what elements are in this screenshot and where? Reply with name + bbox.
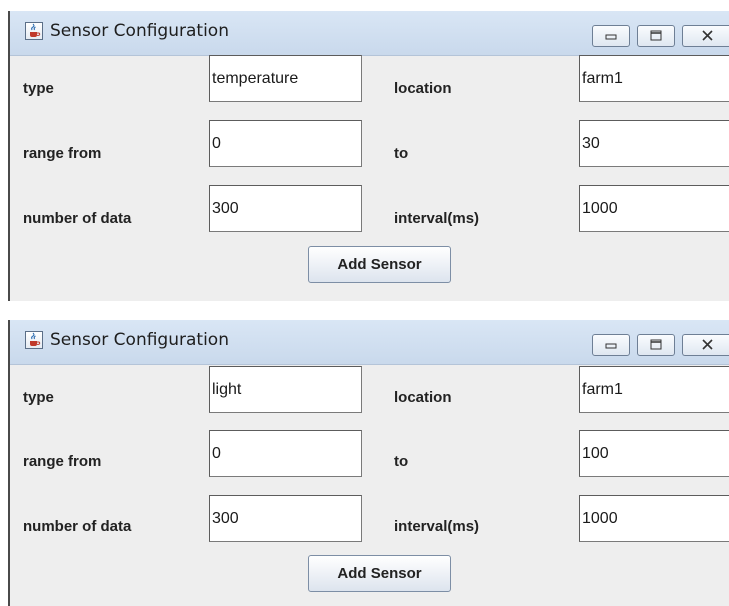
to-field[interactable] xyxy=(579,120,729,167)
number-of-data-label: number of data xyxy=(23,210,132,227)
interval-label: interval(ms) xyxy=(394,210,480,227)
window-title: Sensor Configuration xyxy=(50,21,229,41)
range-from-field[interactable] xyxy=(209,430,362,477)
form-panel: type location range from to number of da… xyxy=(10,364,729,606)
java-cup-icon xyxy=(25,22,43,40)
sensor-config-window-1: Sensor Configuration type location range… xyxy=(8,11,729,301)
interval-label: interval(ms) xyxy=(394,518,480,535)
close-button[interactable] xyxy=(682,334,729,356)
to-label: to xyxy=(394,453,409,470)
number-of-data-field[interactable] xyxy=(209,495,362,542)
range-from-label: range from xyxy=(23,145,102,162)
minimize-icon xyxy=(605,343,617,349)
location-label: location xyxy=(394,389,452,406)
maximize-icon xyxy=(650,30,662,41)
close-icon xyxy=(702,30,713,41)
add-sensor-button[interactable]: Add Sensor xyxy=(308,246,451,283)
maximize-button[interactable] xyxy=(637,25,675,47)
location-field[interactable] xyxy=(579,366,729,413)
type-field[interactable] xyxy=(209,55,362,102)
minimize-icon xyxy=(605,34,617,40)
title-bar[interactable]: Sensor Configuration xyxy=(10,11,729,56)
sensor-config-window-2: Sensor Configuration type location range… xyxy=(8,320,729,606)
range-from-field[interactable] xyxy=(209,120,362,167)
close-button[interactable] xyxy=(682,25,729,47)
type-field[interactable] xyxy=(209,366,362,413)
maximize-button[interactable] xyxy=(637,334,675,356)
form-panel: type location range from to number of da… xyxy=(10,55,729,301)
to-field[interactable] xyxy=(579,430,729,477)
minimize-button[interactable] xyxy=(592,334,630,356)
number-of-data-field[interactable] xyxy=(209,185,362,232)
to-label: to xyxy=(394,145,409,162)
window-title: Sensor Configuration xyxy=(50,330,229,350)
interval-field[interactable] xyxy=(579,185,729,232)
interval-field[interactable] xyxy=(579,495,729,542)
number-of-data-label: number of data xyxy=(23,518,132,535)
java-cup-icon xyxy=(25,331,43,349)
close-icon xyxy=(702,339,713,350)
type-label: type xyxy=(23,80,54,97)
location-field[interactable] xyxy=(579,55,729,102)
title-bar[interactable]: Sensor Configuration xyxy=(10,320,729,365)
location-label: location xyxy=(394,80,452,97)
type-label: type xyxy=(23,389,54,406)
range-from-label: range from xyxy=(23,453,102,470)
maximize-icon xyxy=(650,339,662,350)
add-sensor-button[interactable]: Add Sensor xyxy=(308,555,451,592)
minimize-button[interactable] xyxy=(592,25,630,47)
